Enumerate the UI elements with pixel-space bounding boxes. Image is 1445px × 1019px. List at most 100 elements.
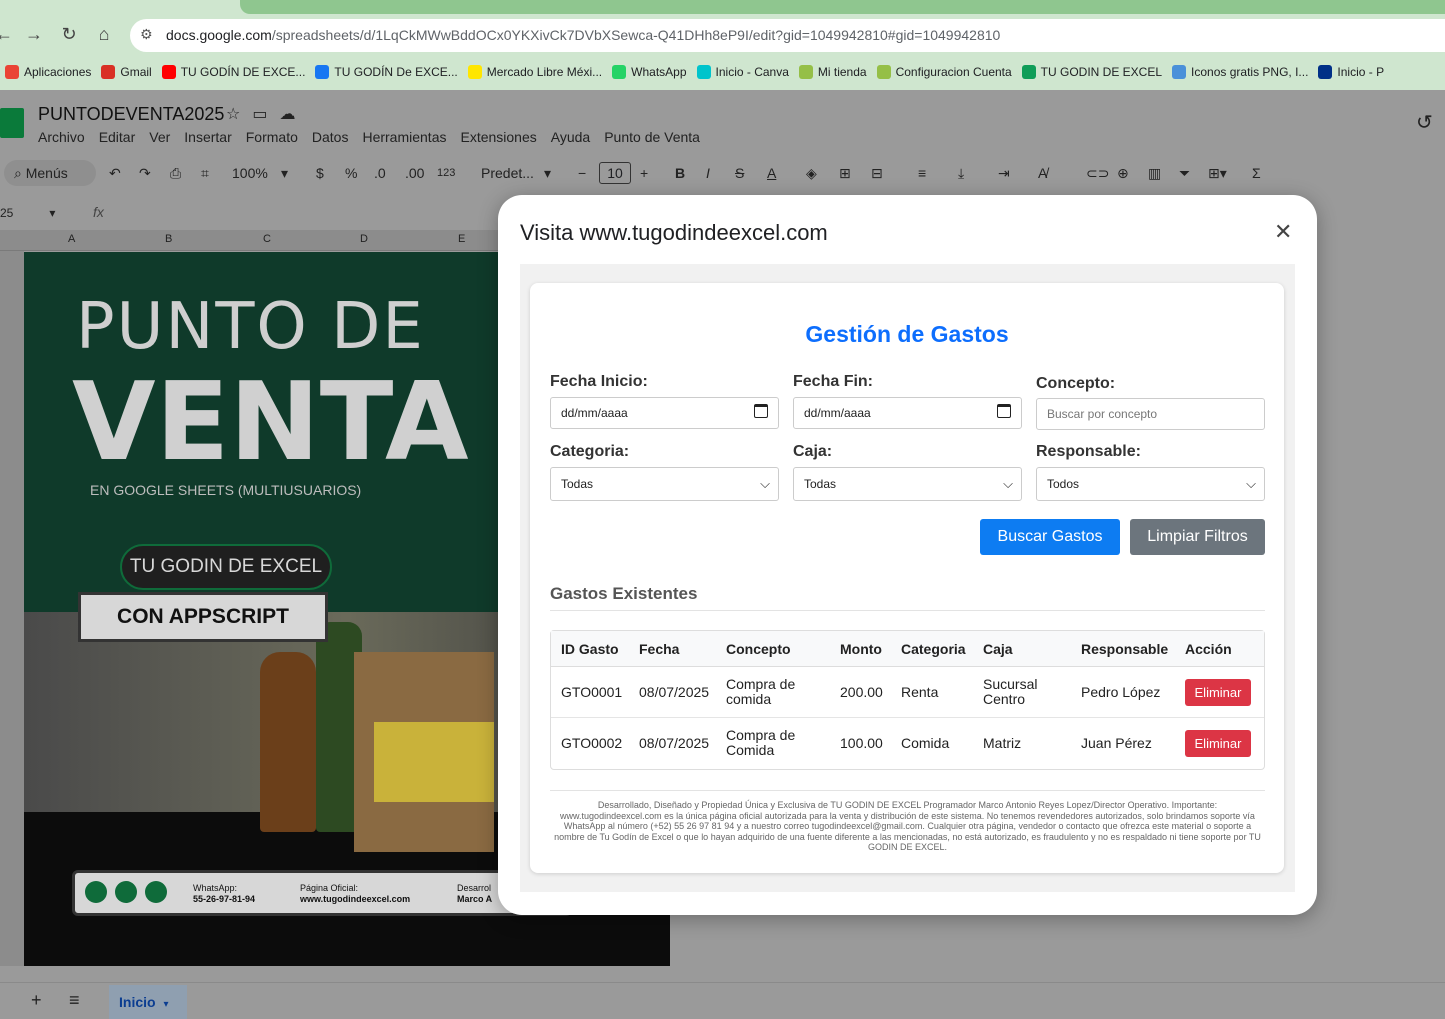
back-icon[interactable]: ←	[0, 24, 16, 45]
bookmark-favicon-icon	[101, 65, 116, 79]
bookmark-item[interactable]: Inicio - Canva	[692, 59, 794, 85]
text-color-icon[interactable]: A	[767, 165, 776, 181]
all-sheets-icon[interactable]: ≡	[69, 990, 80, 1011]
filter-views-icon[interactable]: ⊞▾	[1208, 165, 1227, 182]
table-row: GTO0002 08/07/2025 Compra de Comida 100.0…	[551, 718, 1264, 769]
font-size-input[interactable]: 10	[599, 162, 631, 184]
fecha-fin-input[interactable]: dd/mm/aaaa	[793, 397, 1022, 429]
comment-icon[interactable]: ⊕	[1117, 165, 1129, 182]
url-text[interactable]: docs.google.com/spreadsheets/d/1LqCkMWwB…	[166, 27, 1000, 43]
eliminar-button[interactable]: Eliminar	[1185, 730, 1251, 757]
zoom-chevron-icon[interactable]: ▾	[281, 165, 288, 182]
menu-item[interactable]: Extensiones	[460, 129, 536, 145]
fecha-inicio-input[interactable]: dd/mm/aaaa	[550, 397, 779, 429]
bookmark-label: WhatsApp	[631, 65, 687, 79]
font-chevron-icon[interactable]: ▾	[544, 165, 551, 182]
responsable-select[interactable]: Todos ⌵	[1036, 467, 1265, 501]
home-icon[interactable]: ⌂	[92, 24, 116, 45]
sheets-logo-icon[interactable]	[0, 108, 24, 138]
bookmark-item[interactable]: Gmail	[96, 59, 156, 85]
browser-toolbar: ← → ↻ ⌂ ⚙ docs.google.com/spreadsheets/d…	[0, 14, 1445, 58]
column-header-b[interactable]: B	[165, 233, 172, 245]
buscar-gastos-button[interactable]: Buscar Gastos	[980, 519, 1120, 555]
column-header-c[interactable]: C	[263, 233, 271, 245]
bookmark-item[interactable]: TU GODIN DE EXCEL	[1017, 59, 1167, 85]
italic-icon[interactable]: I	[706, 165, 710, 181]
address-bar[interactable]: ⚙ docs.google.com/spreadsheets/d/1LqCkMW…	[130, 19, 1445, 52]
increase-font-icon[interactable]: +	[640, 165, 648, 181]
bookmark-item[interactable]: WhatsApp	[607, 59, 691, 85]
bookmark-item[interactable]: Configuracion Cuenta	[872, 59, 1017, 85]
menu-item[interactable]: Punto de Venta	[604, 129, 700, 145]
increase-decimal-button[interactable]: .00	[405, 165, 424, 181]
chevron-down-icon: ⌵	[1003, 476, 1013, 491]
vertical-align-icon[interactable]: ⤓	[958, 165, 964, 182]
close-icon[interactable]: ✕	[1274, 219, 1292, 245]
number-format-button[interactable]: 123	[437, 167, 455, 179]
print-icon[interactable]: ⎙	[170, 165, 181, 182]
bookmark-item[interactable]: TU GODÍN DE EXCE...	[157, 59, 311, 85]
text-wrap-icon[interactable]: ⇥	[998, 165, 1010, 182]
fill-color-icon[interactable]: ◈	[806, 165, 817, 182]
menu-item[interactable]: Archivo	[38, 129, 85, 145]
categoria-select[interactable]: Todas ⌵	[550, 467, 779, 501]
bookmark-item[interactable]: Aplicaciones	[0, 59, 96, 85]
sheet-tab-inicio[interactable]: Inicio ▾	[109, 985, 187, 1019]
column-header-e[interactable]: E	[458, 233, 465, 245]
paint-format-icon[interactable]: ⌗	[201, 165, 209, 182]
borders-icon[interactable]: ⊞	[839, 165, 851, 182]
menu-item[interactable]: Ver	[149, 129, 170, 145]
caja-select[interactable]: Todas ⌵	[793, 467, 1022, 501]
star-icon[interactable]: ☆	[226, 106, 252, 123]
decrease-decimal-button[interactable]: .0	[374, 165, 386, 181]
align-icon[interactable]: ≡	[918, 165, 926, 181]
bookmark-item[interactable]: Inicio - P	[1313, 59, 1389, 85]
menu-item[interactable]: Datos	[312, 129, 349, 145]
concepto-search-input[interactable]: Buscar por concepto	[1036, 398, 1265, 430]
bold-icon[interactable]: B	[675, 165, 685, 181]
merge-cells-icon[interactable]: ⊟	[871, 165, 883, 182]
limpiar-filtros-button[interactable]: Limpiar Filtros	[1130, 519, 1265, 555]
column-headers: A B C D E	[0, 230, 500, 251]
percent-format-button[interactable]: %	[345, 165, 357, 181]
redo-icon[interactable]: ↷	[139, 165, 151, 182]
add-sheet-icon[interactable]: +	[31, 990, 42, 1011]
calendar-icon[interactable]	[754, 404, 768, 418]
site-settings-icon[interactable]: ⚙	[140, 26, 153, 43]
functions-icon[interactable]: Σ	[1252, 165, 1261, 181]
column-header-a[interactable]: A	[68, 233, 75, 245]
decrease-font-icon[interactable]: −	[578, 165, 586, 181]
eliminar-button[interactable]: Eliminar	[1185, 679, 1251, 706]
bookmark-item[interactable]: Iconos gratis PNG, I...	[1167, 59, 1313, 85]
forward-icon[interactable]: →	[22, 24, 46, 45]
active-tab[interactable]	[240, 0, 1445, 14]
undo-icon[interactable]: ↶	[109, 165, 121, 182]
cloud-status-icon[interactable]: ☁	[279, 106, 307, 123]
modal-body: Gestión de Gastos Fecha Inicio: dd/mm/aa…	[520, 264, 1295, 892]
move-folder-icon[interactable]: ▭	[252, 106, 279, 123]
name-box[interactable]: 25 ▾	[0, 206, 55, 220]
bookmark-item[interactable]: TU GODÍN De EXCE...	[310, 59, 462, 85]
calendar-icon[interactable]	[997, 404, 1011, 418]
link-icon[interactable]: ⊂⊃	[1086, 165, 1109, 182]
reload-icon[interactable]: ↻	[57, 24, 81, 45]
doc-title[interactable]: PUNTODEVENTA2025	[38, 104, 224, 125]
column-header-d[interactable]: D	[360, 233, 368, 245]
font-select[interactable]: Predet...	[481, 165, 534, 181]
filter-icon[interactable]: ⏷	[1179, 165, 1190, 182]
version-history-icon[interactable]: ↺	[1416, 110, 1433, 135]
chart-icon[interactable]: ▥	[1148, 165, 1161, 182]
menu-item[interactable]: Herramientas	[362, 129, 446, 145]
search-menus-button[interactable]: ⌕ Menús	[4, 160, 96, 186]
zoom-select[interactable]: 100%	[232, 165, 268, 181]
bookmark-item[interactable]: Mercado Libre Méxi...	[463, 59, 607, 85]
currency-format-button[interactable]: $	[316, 165, 324, 181]
strikethrough-icon[interactable]: S	[735, 165, 744, 181]
header-id: ID Gasto	[561, 641, 619, 657]
menu-item[interactable]: Ayuda	[551, 129, 590, 145]
menu-item[interactable]: Editar	[99, 129, 136, 145]
menu-item[interactable]: Formato	[246, 129, 298, 145]
text-rotation-icon[interactable]: A̸	[1038, 165, 1047, 181]
menu-item[interactable]: Insertar	[184, 129, 231, 145]
bookmark-item[interactable]: Mi tienda	[794, 59, 872, 85]
